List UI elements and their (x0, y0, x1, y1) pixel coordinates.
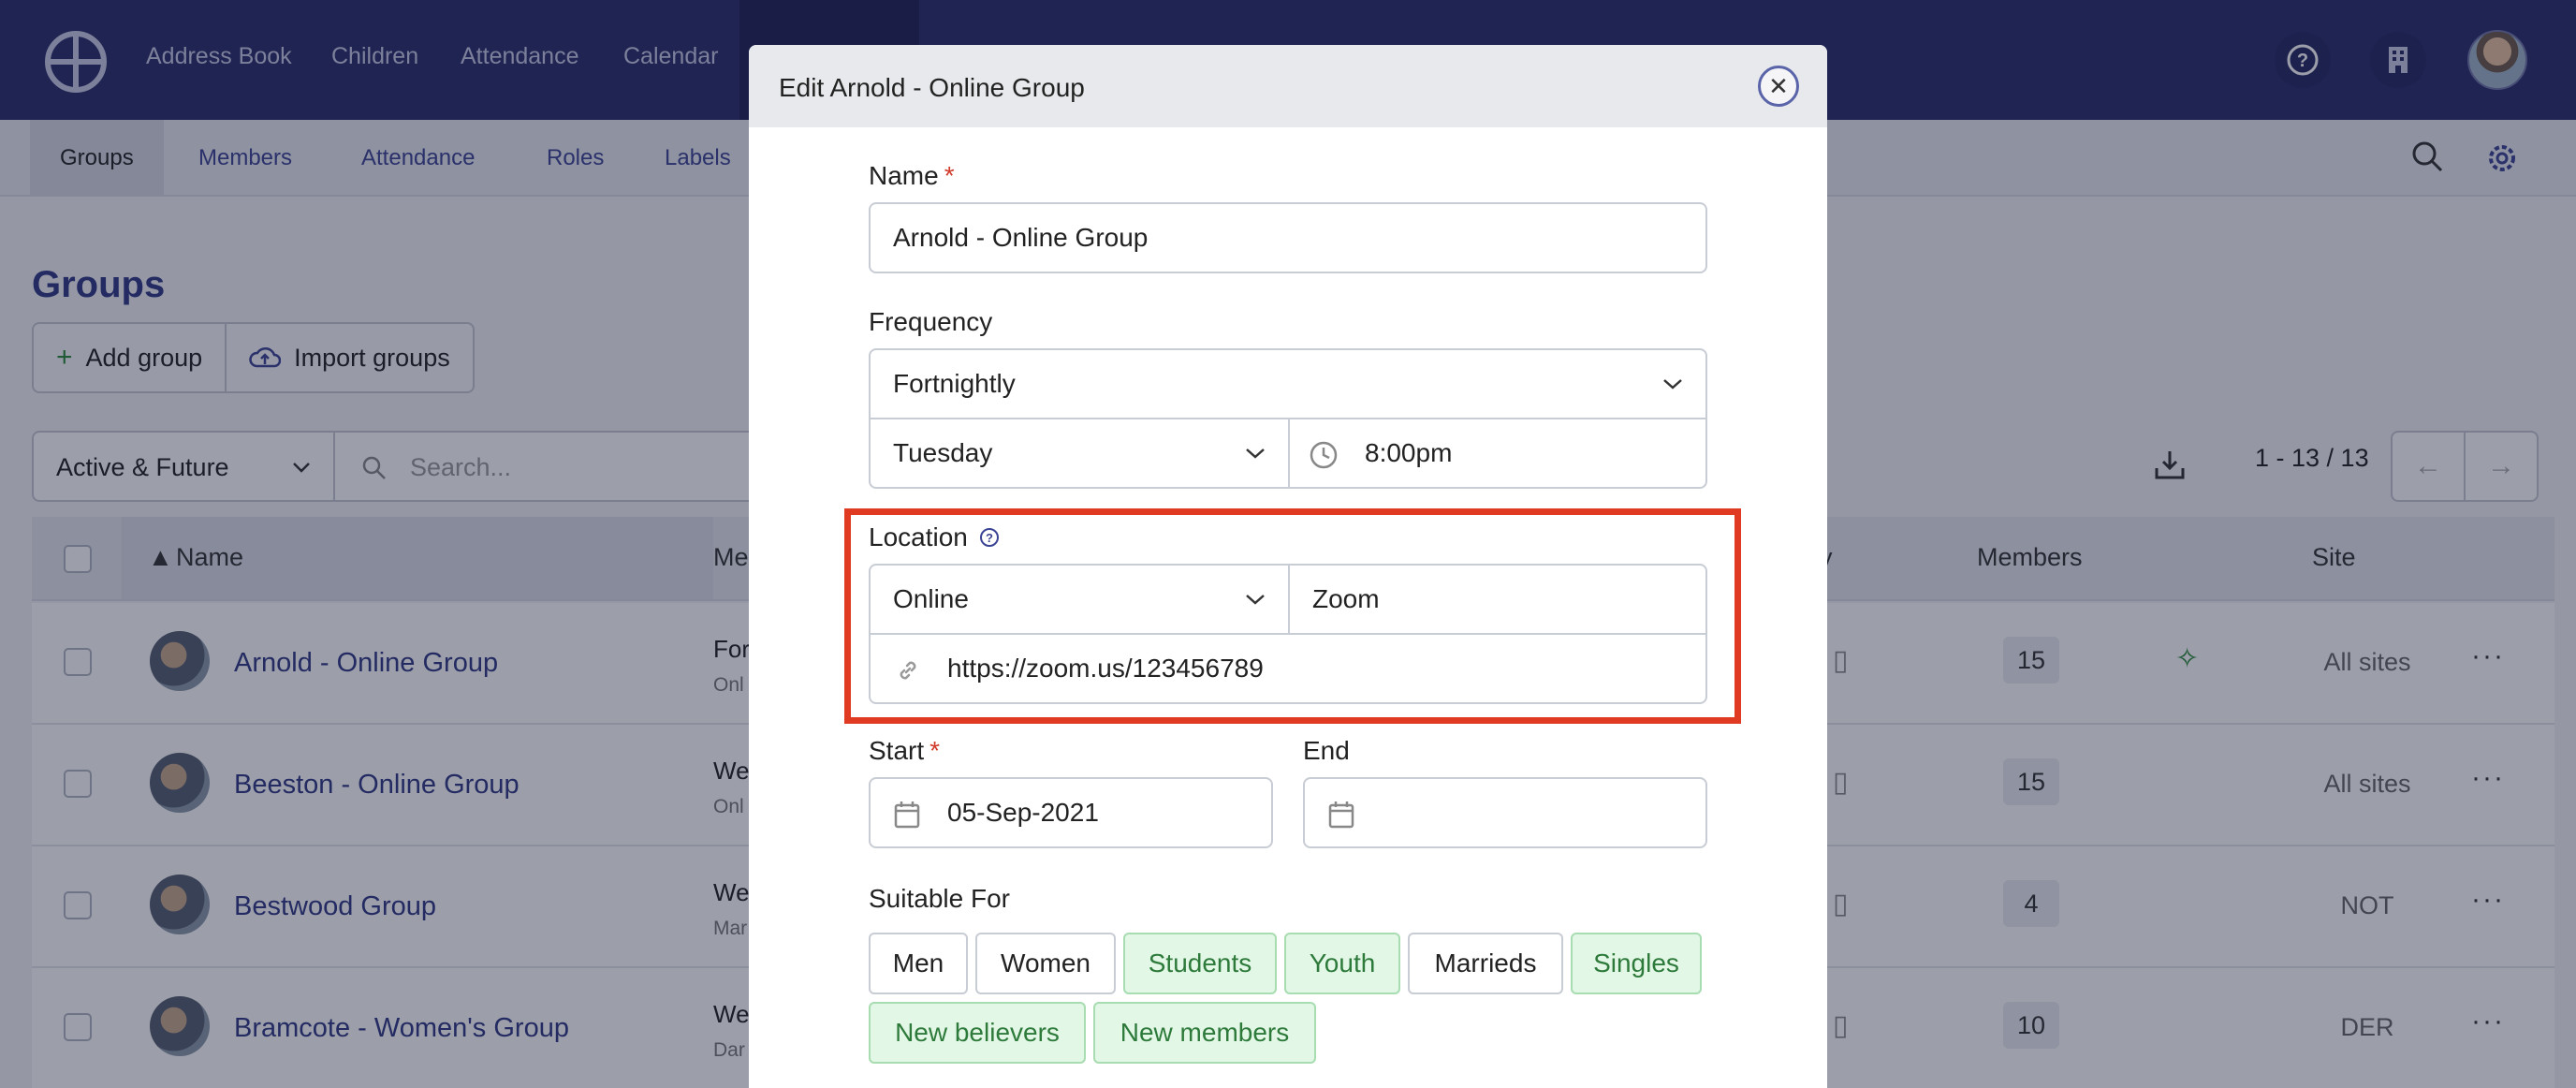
chevron-down-icon (1246, 448, 1265, 459)
name-label-text: Name (869, 161, 939, 190)
close-button[interactable]: ✕ (1758, 66, 1799, 107)
start-date-input[interactable]: 05-Sep-2021 (869, 777, 1273, 848)
frequency-select[interactable]: Fortnightly (869, 348, 1707, 419)
start-date-value: 05-Sep-2021 (947, 798, 1099, 827)
location-highlight-box (844, 508, 1741, 724)
tag-youth[interactable]: Youth (1284, 933, 1400, 994)
time-value: 8:00pm (1365, 438, 1453, 467)
chevron-down-icon (1663, 379, 1682, 390)
tag-marrieds[interactable]: Marrieds (1408, 933, 1563, 994)
start-label-text: Start (869, 736, 925, 765)
required-asterisk: * (944, 161, 955, 190)
frequency-value: Fortnightly (893, 369, 1016, 398)
name-input[interactable]: Arnold - Online Group (869, 202, 1707, 273)
tag-students[interactable]: Students (1123, 933, 1277, 994)
tag-new-believers[interactable]: New believers (869, 1002, 1086, 1064)
calendar-icon (1328, 801, 1354, 829)
tag-singles[interactable]: Singles (1571, 933, 1702, 994)
tag-women[interactable]: Women (975, 933, 1116, 994)
calendar-icon (894, 801, 920, 829)
clock-icon (1310, 441, 1338, 469)
name-input-value: Arnold - Online Group (893, 223, 1149, 252)
suitable-for-label: Suitable For (869, 884, 1010, 913)
required-asterisk: * (929, 736, 941, 765)
dialog-header: Edit Arnold - Online Group ✕ (749, 45, 1827, 127)
end-date-input[interactable] (1303, 777, 1707, 848)
frequency-label: Frequency (869, 307, 993, 336)
tag-new-members[interactable]: New members (1093, 1002, 1316, 1064)
name-label: Name * (869, 161, 955, 191)
dialog-title: Edit Arnold - Online Group (779, 73, 1085, 102)
end-label: End (1303, 736, 1350, 765)
tag-men[interactable]: Men (869, 933, 968, 994)
start-label: Start * (869, 736, 940, 766)
day-value: Tuesday (893, 438, 993, 467)
time-input[interactable]: 8:00pm (1288, 418, 1707, 489)
close-icon: ✕ (1768, 71, 1789, 100)
day-select[interactable]: Tuesday (869, 418, 1290, 489)
